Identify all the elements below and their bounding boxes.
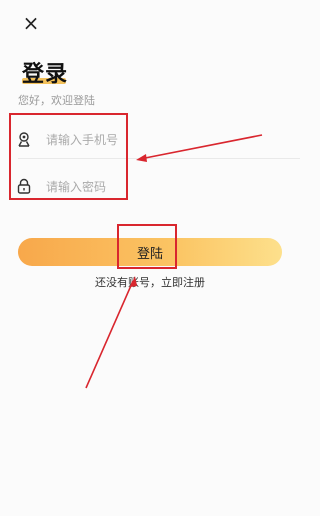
arrow-to-inputs [139, 134, 263, 160]
title-block: 登录 [22, 56, 68, 88]
arrow-to-login [85, 280, 134, 389]
login-screen: × 登录 您好，欢迎登陆 请输入手机号 请输入密码 登陆 还没有账号，立即注册 [0, 0, 300, 516]
arrowhead-login [130, 276, 137, 287]
page-title: 登录 [22, 62, 69, 87]
arrowhead-inputs [136, 154, 147, 162]
